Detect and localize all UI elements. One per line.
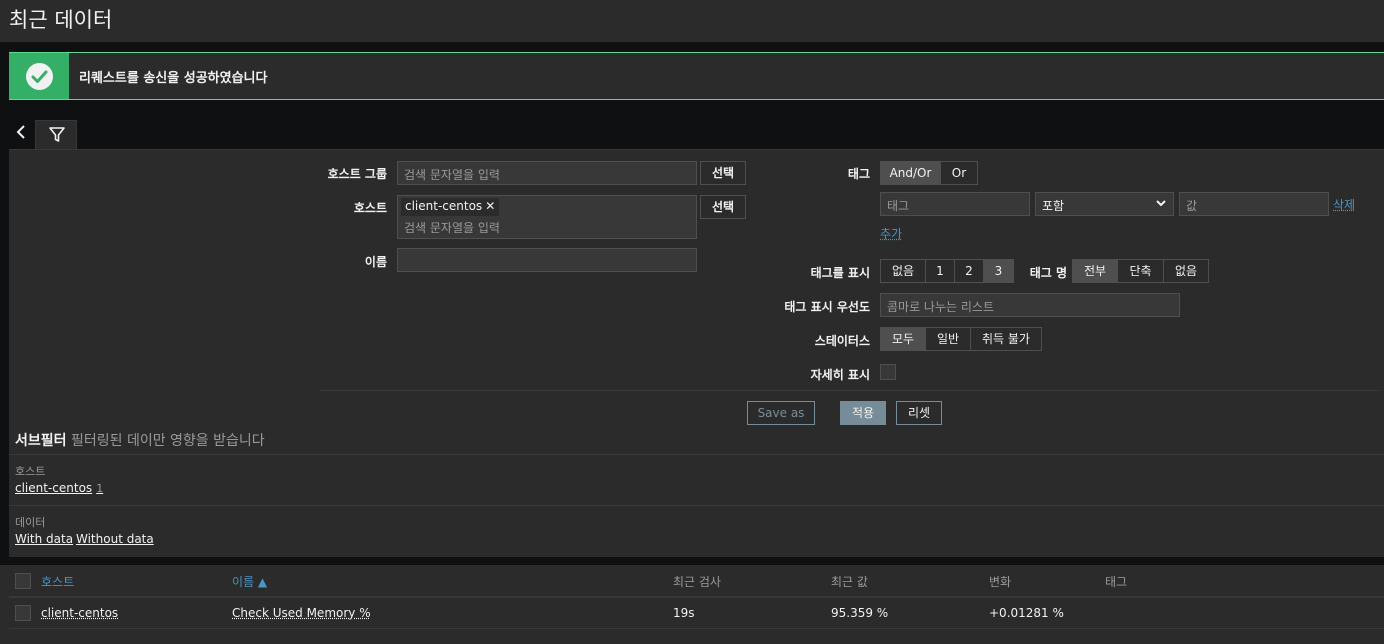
row-host-link[interactable]: client-centos	[41, 606, 118, 620]
state-all[interactable]: 모두	[881, 328, 926, 350]
success-message-text: 리퀘스트를 송신을 성공하였습니다	[79, 71, 268, 86]
tag-name-full[interactable]: 전부	[1073, 260, 1118, 282]
show-tags-label: 태그를 표시	[810, 266, 870, 280]
state-normal[interactable]: 일반	[926, 328, 971, 350]
host-group-input[interactable]: 검색 문자열을 입력	[397, 161, 697, 185]
name-input[interactable]	[397, 248, 697, 272]
host-group-label: 호스트 그룹	[327, 167, 387, 181]
show-tags-2[interactable]: 2	[955, 260, 984, 282]
column-change: 변화	[989, 575, 1012, 589]
tag-name-input[interactable]: 태그	[880, 192, 1030, 216]
host-search-placeholder[interactable]: 검색 문자열을 입력	[404, 219, 500, 236]
remove-tag-link[interactable]: 삭제	[1333, 196, 1355, 213]
tag-name-short[interactable]: 단축	[1118, 260, 1164, 282]
column-name[interactable]: 이름 ▲	[232, 573, 267, 590]
subfilter-separator	[9, 505, 1384, 506]
tag-logic-or[interactable]: Or	[941, 162, 977, 184]
apply-button[interactable]: 적용	[840, 401, 886, 425]
row-last-value: 95.359 %	[831, 606, 889, 620]
filter-divider	[319, 390, 1379, 391]
column-last-value: 최근 값	[831, 575, 868, 589]
save-as-button[interactable]: Save as	[747, 401, 815, 425]
show-tags-1[interactable]: 1	[926, 260, 955, 282]
row-last-check: 19s	[673, 606, 695, 620]
subfilter-header: 서브필터 필터링된 데이만 영향을 받습니다	[15, 430, 265, 450]
subfilter-note: 필터링된 데이만 영향을 받습니다	[70, 433, 265, 449]
host-chip-label: client-centos	[405, 199, 483, 213]
host-select-button[interactable]: 선택	[700, 195, 746, 219]
show-details-checkbox[interactable]	[880, 364, 896, 380]
host-chip: client-centos ✕	[401, 198, 500, 216]
column-last-check: 최근 검사	[673, 575, 721, 589]
tag-name-none[interactable]: 없음	[1164, 260, 1208, 282]
row-change: +0.01281 %	[989, 606, 1064, 620]
filter-tab[interactable]	[35, 120, 77, 150]
row-item-name-link[interactable]: Check Used Memory %	[232, 606, 371, 620]
state-not-supported[interactable]: 취득 불가	[971, 328, 1041, 350]
tag-value-input[interactable]: 값	[1179, 192, 1329, 216]
show-tags-toggle[interactable]: 없음 1 2 3	[880, 259, 1014, 283]
row-checkbox[interactable]	[15, 605, 31, 621]
filter-panel: 호스트 그룹 검색 문자열을 입력 선택 호스트 client-centos ✕ …	[9, 149, 1384, 557]
chevron-down-icon	[1155, 196, 1167, 213]
remove-chip-icon[interactable]: ✕	[485, 199, 495, 213]
show-tags-none[interactable]: 없음	[881, 260, 926, 282]
subfilter-host-count: 1	[96, 482, 104, 495]
host-label: 호스트	[353, 201, 387, 215]
add-tag-link[interactable]: 추가	[880, 225, 902, 242]
tag-operator-select[interactable]: 포함	[1035, 192, 1174, 216]
tags-label: 태그	[847, 167, 870, 181]
check-circle-icon	[26, 63, 53, 90]
show-tags-3[interactable]: 3	[984, 260, 1013, 282]
subfilter-host-link[interactable]: client-centos 1	[15, 481, 103, 495]
state-toggle[interactable]: 모두 일반 취득 불가	[880, 327, 1042, 351]
subfilter-separator	[9, 454, 1384, 455]
subfilter-title: 서브필터	[15, 433, 67, 449]
tag-logic-toggle[interactable]: And/Or Or	[880, 161, 978, 185]
success-message: 리퀘스트를 송신을 성공하였습니다	[9, 52, 1384, 100]
subfilter-without-data[interactable]: Without data	[76, 532, 154, 546]
state-label: 스테이터스	[814, 334, 870, 348]
select-all-checkbox[interactable]	[15, 573, 31, 589]
subfilter-with-data[interactable]: With data	[15, 532, 73, 546]
tag-operator-value: 포함	[1042, 199, 1065, 213]
page-title: 최근 데이터	[9, 8, 113, 32]
tag-logic-andor[interactable]: And/Or	[881, 162, 941, 184]
show-details-label: 자세히 표시	[810, 368, 870, 382]
subfilter-data-label: 데이터	[15, 516, 46, 529]
tag-priority-input[interactable]: 콤마로 나누는 리스트	[880, 293, 1180, 317]
tag-priority-label: 태그 표시 우선도	[784, 300, 870, 314]
latest-data-table: 호스트 이름 ▲ 최근 검사 최근 값 변화 태그 client-centos …	[9, 565, 1384, 644]
column-tags: 태그	[1105, 575, 1128, 589]
row-divider	[9, 628, 1384, 629]
table-header-divider	[9, 596, 1384, 598]
host-group-select-button[interactable]: 선택	[700, 161, 746, 185]
success-icon-box	[9, 53, 69, 99]
reset-button[interactable]: 리셋	[896, 401, 942, 425]
page-header: 최근 데이터	[0, 0, 1384, 42]
tag-name-label: 태그 명	[1029, 266, 1067, 280]
subfilter-host-name[interactable]: client-centos	[15, 481, 92, 495]
host-multiselect[interactable]: client-centos ✕ 검색 문자열을 입력	[397, 195, 697, 239]
column-host[interactable]: 호스트	[41, 573, 74, 590]
subfilter-hosts-label: 호스트	[15, 465, 46, 478]
filter-icon	[49, 127, 65, 142]
chevron-left-icon[interactable]	[14, 124, 28, 140]
tag-name-toggle[interactable]: 전부 단축 없음	[1072, 259, 1209, 283]
name-label: 이름	[364, 255, 387, 269]
